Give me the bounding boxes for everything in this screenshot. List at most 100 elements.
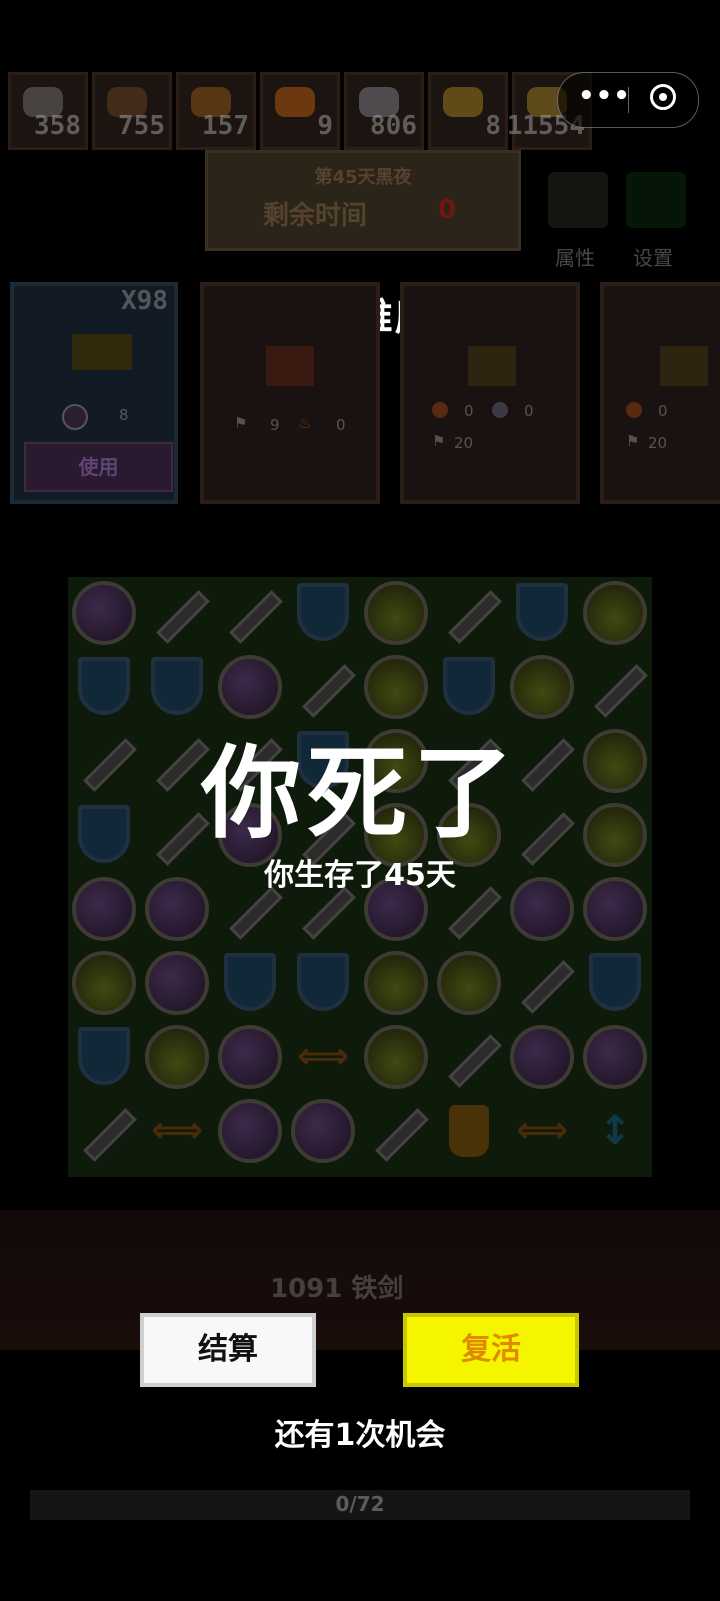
survived-days: 你生存了45天: [264, 858, 456, 893]
resource-value: 806: [370, 111, 417, 141]
resource-slot: 9: [260, 72, 340, 150]
board-cell[interactable]: [364, 581, 428, 645]
progress-label: 0/72: [335, 1492, 385, 1516]
board-cell[interactable]: [583, 581, 647, 645]
shop-card-2[interactable]: 0 0 ⚑ 20: [400, 282, 580, 504]
shield-icon: [516, 583, 568, 641]
shop3-power: 20: [648, 434, 668, 452]
board-cell[interactable]: [437, 1025, 501, 1089]
power-icon: ⚑: [432, 432, 446, 450]
board-cell[interactable]: [72, 655, 136, 719]
slime-icon: [364, 655, 428, 719]
fire-icon: ♨: [298, 414, 312, 432]
day-label: 第45天黑夜: [314, 167, 412, 188]
stall-icon: [266, 346, 314, 386]
miniprogram-capsule: •••: [557, 72, 699, 128]
board-cell[interactable]: [510, 1025, 574, 1089]
resource-value: 9: [317, 111, 333, 141]
sword-icon: [583, 655, 647, 719]
board-cell[interactable]: [145, 581, 209, 645]
board-cell[interactable]: [291, 951, 355, 1015]
board-cell[interactable]: [583, 1025, 647, 1089]
meat-icon: [626, 402, 642, 418]
attributes-button-label[interactable]: 属性: [555, 242, 595, 271]
board-cell[interactable]: [583, 655, 647, 719]
close-target-icon[interactable]: [650, 84, 676, 110]
more-icon[interactable]: •••: [578, 81, 631, 111]
resource-slot: 755: [92, 72, 172, 150]
board-cell[interactable]: [218, 1099, 282, 1163]
board-cell[interactable]: [72, 951, 136, 1015]
slime-icon: [364, 951, 428, 1015]
arrowh-icon: ⟺: [151, 1110, 203, 1151]
shop-card-3[interactable]: 0 ⚑ 20: [600, 282, 720, 504]
slime-icon: [364, 1025, 428, 1089]
board-cell[interactable]: [364, 1025, 428, 1089]
resource-value: 157: [202, 111, 249, 141]
board-cell[interactable]: [510, 655, 574, 719]
board-cell[interactable]: [364, 1099, 428, 1163]
gold-icon: [443, 87, 483, 117]
shield-icon: [297, 583, 349, 641]
board-cell[interactable]: [145, 1025, 209, 1089]
shop-card-1[interactable]: ⚑ 9 ♨ 0: [200, 282, 380, 504]
settle-button[interactable]: 结算: [140, 1313, 316, 1387]
board-cell[interactable]: [583, 951, 647, 1015]
shield-icon: [78, 657, 130, 715]
shield-icon: [589, 953, 641, 1011]
board-cell[interactable]: [437, 951, 501, 1015]
board-cell[interactable]: [72, 581, 136, 645]
sword-icon: [364, 1099, 428, 1163]
board-cell[interactable]: [145, 655, 209, 719]
battle-scene: 1091 铁剑: [0, 1210, 720, 1350]
board-cell[interactable]: [72, 1025, 136, 1089]
board-cell[interactable]: [510, 951, 574, 1015]
shield-icon: [151, 657, 203, 715]
arrowh-icon: ⟺: [297, 1036, 349, 1077]
board-cell[interactable]: ⟺: [510, 1099, 574, 1163]
board-cell[interactable]: [437, 1099, 501, 1163]
arrowh-icon: ⟺: [516, 1110, 568, 1151]
sword-icon: [510, 951, 574, 1015]
board-cell[interactable]: [72, 1099, 136, 1163]
slime-icon: [583, 581, 647, 645]
use-button[interactable]: 使用: [24, 442, 173, 492]
sword-icon: [145, 581, 209, 645]
board-cell[interactable]: ⟺: [291, 1025, 355, 1089]
revive-button[interactable]: 复活: [403, 1313, 579, 1387]
settings-gear-icon[interactable]: [626, 172, 686, 228]
resource-value: 755: [118, 111, 165, 141]
sword-icon: [72, 1099, 136, 1163]
progress-bar: 0/72: [30, 1490, 690, 1520]
board-cell[interactable]: [291, 655, 355, 719]
board-cell[interactable]: [218, 581, 282, 645]
board-cell[interactable]: [291, 1099, 355, 1163]
board-cell[interactable]: [218, 951, 282, 1015]
attributes-button-icon[interactable]: [548, 172, 608, 228]
board-cell[interactable]: [218, 655, 282, 719]
arrowv-icon: ↕: [598, 1108, 632, 1154]
meat-icon: [432, 402, 448, 418]
shop3-meat: 0: [658, 402, 668, 420]
board-cell[interactable]: [364, 655, 428, 719]
settings-button-label[interactable]: 设置: [633, 242, 673, 271]
orb-icon: [291, 1099, 355, 1163]
remaining-time-label: 剩余时间: [263, 201, 368, 231]
orb-icon: [510, 1025, 574, 1089]
resource-slot: 806: [344, 72, 424, 150]
orb-cost-icon: [62, 404, 88, 430]
board-cell[interactable]: ⟺: [145, 1099, 209, 1163]
board-cell[interactable]: ↕: [583, 1099, 647, 1163]
board-cell[interactable]: [437, 581, 501, 645]
shop2-stone: 0: [524, 402, 534, 420]
board-cell[interactable]: [364, 951, 428, 1015]
board-cell[interactable]: [145, 951, 209, 1015]
shop1-fire: 0: [336, 416, 346, 434]
board-cell[interactable]: [291, 581, 355, 645]
orb-icon: [218, 1099, 282, 1163]
board-cell[interactable]: [218, 1025, 282, 1089]
board-cell[interactable]: [437, 655, 501, 719]
stone-icon: [492, 402, 508, 418]
orb-icon: [145, 951, 209, 1015]
board-cell[interactable]: [510, 581, 574, 645]
